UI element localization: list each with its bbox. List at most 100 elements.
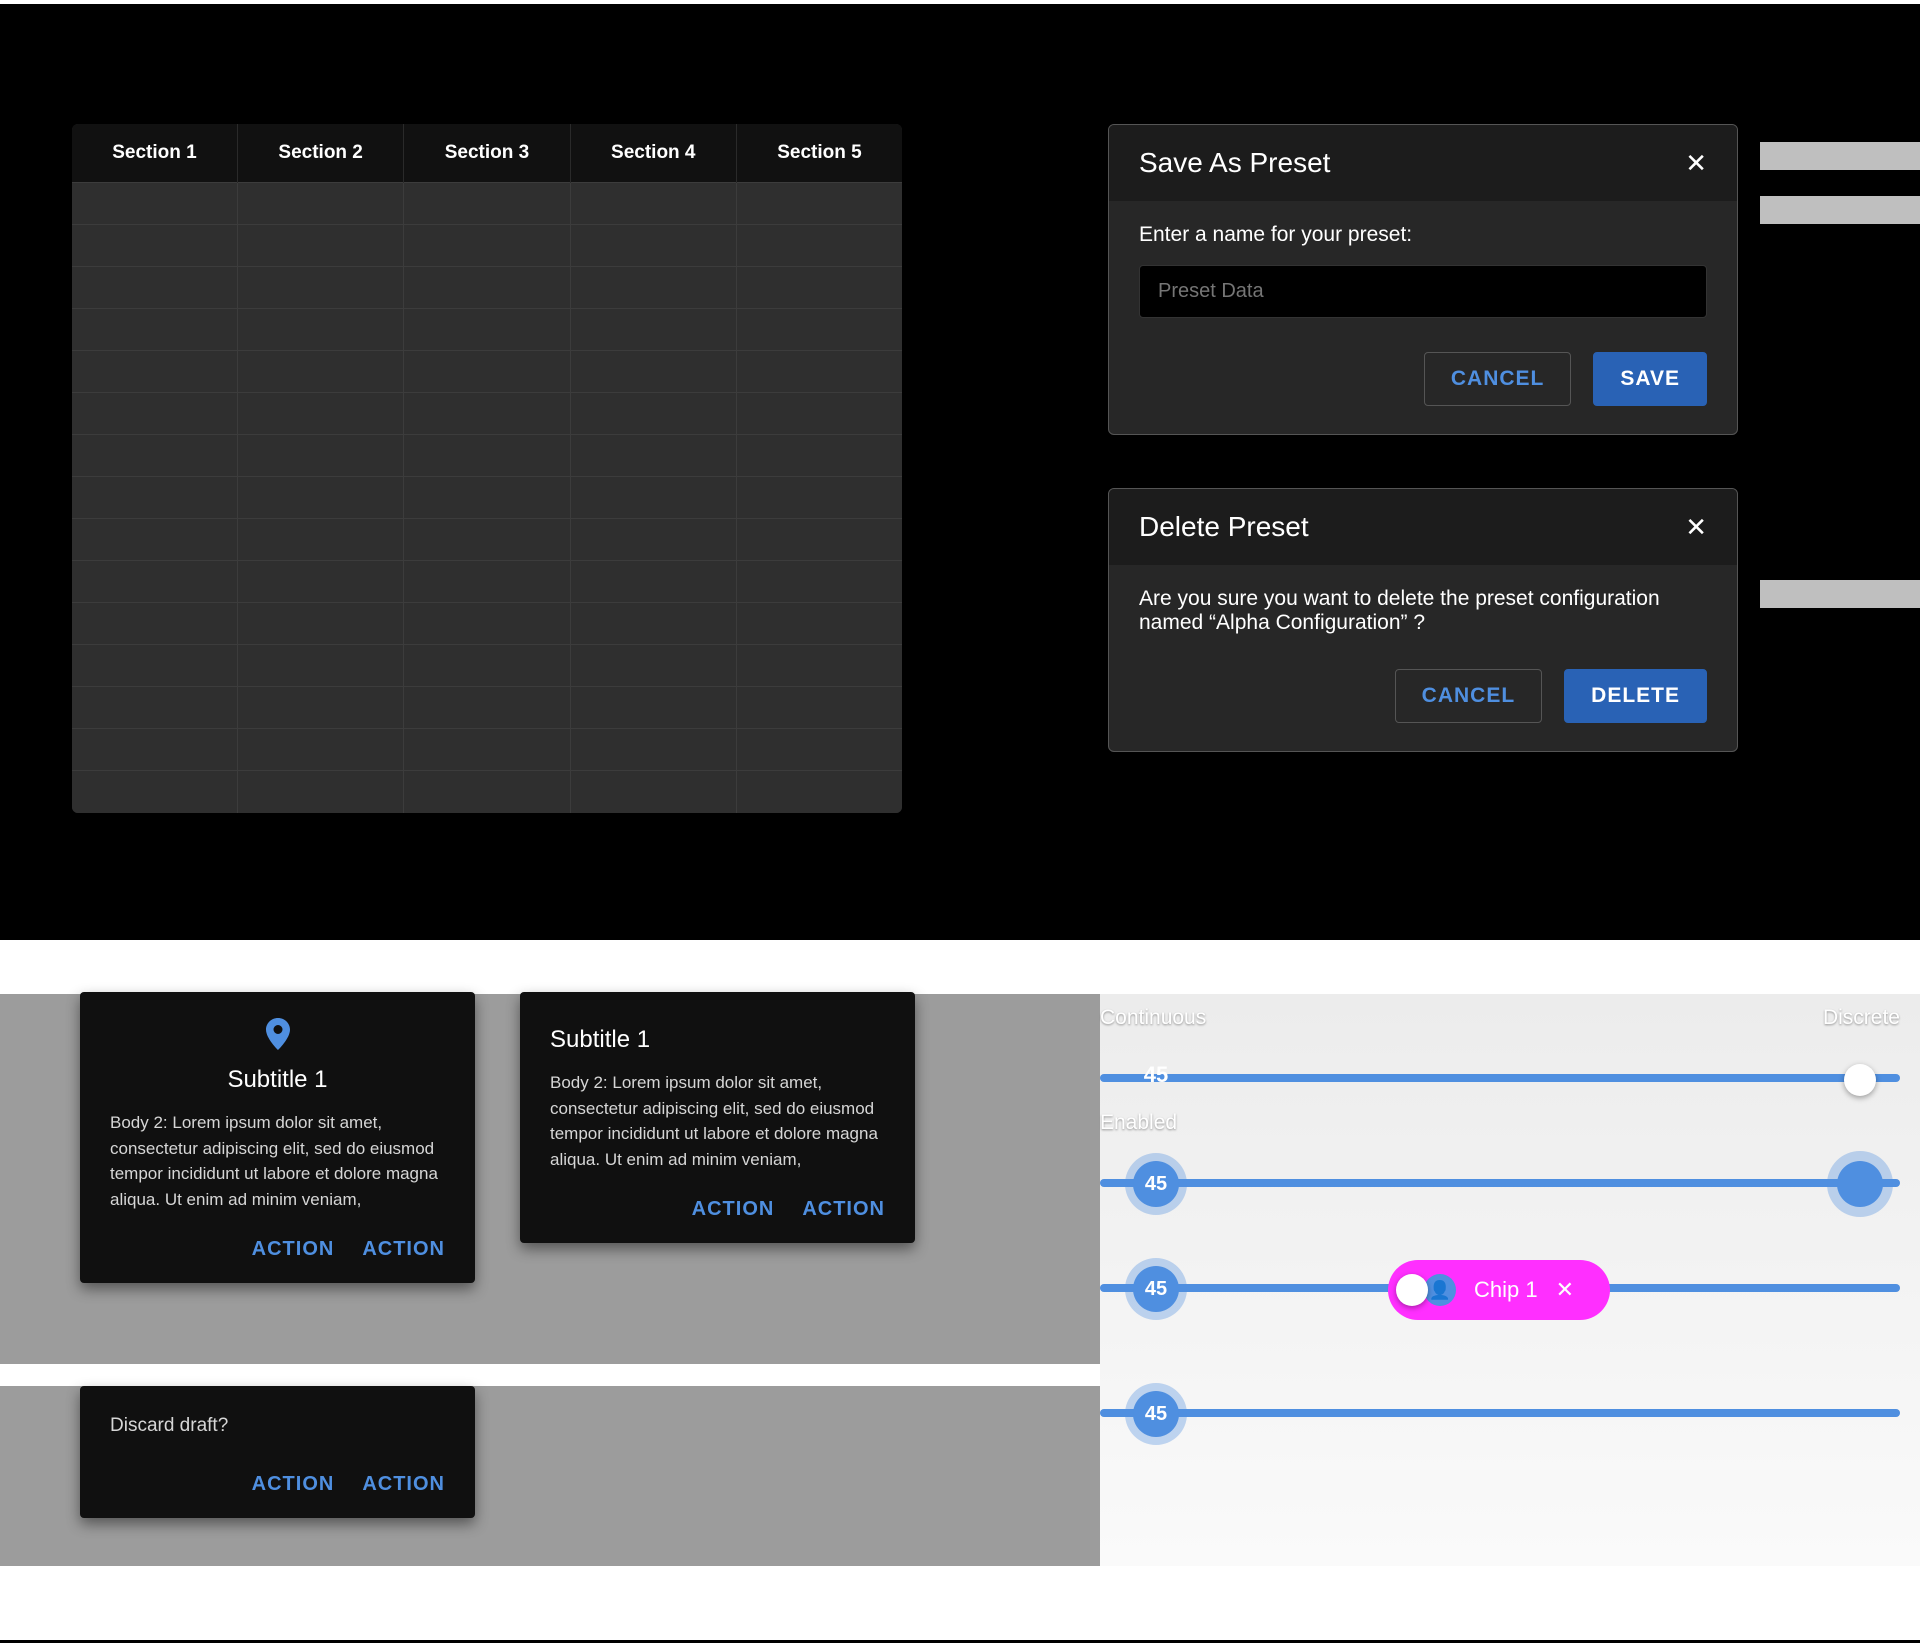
table-cell[interactable] xyxy=(570,477,736,519)
card-action-button[interactable]: ACTION xyxy=(802,1198,885,1221)
table-cell[interactable] xyxy=(72,309,238,351)
table-cell[interactable] xyxy=(404,519,570,561)
slider-track[interactable] xyxy=(1100,1074,1900,1082)
table-cell[interactable] xyxy=(404,729,570,771)
card-action-button[interactable]: ACTION xyxy=(362,1473,445,1496)
table-cell[interactable] xyxy=(72,477,238,519)
table-cell[interactable] xyxy=(404,351,570,393)
table-cell[interactable] xyxy=(72,729,238,771)
table-cell[interactable] xyxy=(72,351,238,393)
table-cell[interactable] xyxy=(72,771,238,813)
table-cell[interactable] xyxy=(736,687,902,729)
table-cell[interactable] xyxy=(736,183,902,225)
table-cell[interactable] xyxy=(404,645,570,687)
table-cell[interactable] xyxy=(238,687,404,729)
table-cell[interactable] xyxy=(72,183,238,225)
table-cell[interactable] xyxy=(238,183,404,225)
table-cell[interactable] xyxy=(238,729,404,771)
table-cell[interactable] xyxy=(404,687,570,729)
table-cell[interactable] xyxy=(238,603,404,645)
table-cell[interactable] xyxy=(404,561,570,603)
table-cell[interactable] xyxy=(238,225,404,267)
table-cell[interactable] xyxy=(72,687,238,729)
table-cell[interactable] xyxy=(404,771,570,813)
slider-value-bubble[interactable]: 45 xyxy=(1133,1391,1179,1437)
slider-thumb[interactable] xyxy=(1837,1161,1883,1207)
table-cell[interactable] xyxy=(404,435,570,477)
table-cell[interactable] xyxy=(404,225,570,267)
close-icon[interactable]: ✕ xyxy=(1685,514,1707,540)
table-cell[interactable] xyxy=(404,393,570,435)
table-cell[interactable] xyxy=(570,351,736,393)
table-header[interactable]: Section 4 xyxy=(570,124,736,183)
table-cell[interactable] xyxy=(238,519,404,561)
card-action-button[interactable]: ACTION xyxy=(692,1198,775,1221)
table-cell[interactable] xyxy=(238,351,404,393)
table-cell[interactable] xyxy=(404,309,570,351)
table-cell[interactable] xyxy=(404,183,570,225)
table-cell[interactable] xyxy=(238,435,404,477)
table-cell[interactable] xyxy=(404,603,570,645)
table-header[interactable]: Section 1 xyxy=(72,124,238,183)
table-cell[interactable] xyxy=(570,309,736,351)
table-header[interactable]: Section 2 xyxy=(238,124,404,183)
table-cell[interactable] xyxy=(570,225,736,267)
table-cell[interactable] xyxy=(238,477,404,519)
table-cell[interactable] xyxy=(570,267,736,309)
slider-thumb[interactable] xyxy=(1396,1274,1428,1306)
table-cell[interactable] xyxy=(570,603,736,645)
table-cell[interactable] xyxy=(72,435,238,477)
table-cell[interactable] xyxy=(736,729,902,771)
card-action-button[interactable]: ACTION xyxy=(252,1473,335,1496)
close-icon[interactable]: ✕ xyxy=(1556,1277,1574,1303)
save-button[interactable]: SAVE xyxy=(1593,352,1707,406)
table-cell[interactable] xyxy=(736,603,902,645)
card-action-button[interactable]: ACTION xyxy=(362,1238,445,1261)
table-cell[interactable] xyxy=(570,645,736,687)
slider-enabled[interactable]: Enabled 45 xyxy=(1100,1139,1900,1244)
table-cell[interactable] xyxy=(570,561,736,603)
preset-name-input[interactable] xyxy=(1139,265,1707,318)
slider-with-chip[interactable]: 45 👤 Chip 1 ✕ xyxy=(1100,1244,1900,1349)
slider-value-bubble[interactable]: 45 xyxy=(1133,1266,1179,1312)
table-cell[interactable] xyxy=(736,351,902,393)
table-cell[interactable] xyxy=(72,645,238,687)
slider-plain[interactable]: 45 xyxy=(1100,1369,1900,1474)
close-icon[interactable]: ✕ xyxy=(1685,150,1707,176)
card-action-button[interactable]: ACTION xyxy=(252,1238,335,1261)
table-cell[interactable] xyxy=(238,645,404,687)
table-cell[interactable] xyxy=(736,561,902,603)
table-cell[interactable] xyxy=(238,393,404,435)
table-cell[interactable] xyxy=(736,225,902,267)
table-cell[interactable] xyxy=(736,771,902,813)
slider-track[interactable] xyxy=(1100,1179,1900,1187)
table-cell[interactable] xyxy=(570,729,736,771)
table-cell[interactable] xyxy=(570,183,736,225)
table-cell[interactable] xyxy=(570,393,736,435)
table-cell[interactable] xyxy=(736,477,902,519)
table-cell[interactable] xyxy=(404,267,570,309)
slider-continuous[interactable]: Continuous Discrete 45 xyxy=(1100,1034,1900,1139)
table-cell[interactable] xyxy=(736,393,902,435)
table-cell[interactable] xyxy=(736,309,902,351)
table-cell[interactable] xyxy=(570,687,736,729)
table-cell[interactable] xyxy=(72,393,238,435)
table-cell[interactable] xyxy=(404,477,570,519)
table-cell[interactable] xyxy=(72,603,238,645)
cancel-button[interactable]: CANCEL xyxy=(1395,669,1543,723)
slider-thumb[interactable] xyxy=(1844,1064,1876,1096)
table-cell[interactable] xyxy=(570,771,736,813)
table-cell[interactable] xyxy=(72,561,238,603)
delete-button[interactable]: DELETE xyxy=(1564,669,1707,723)
table-cell[interactable] xyxy=(736,519,902,561)
table-cell[interactable] xyxy=(72,267,238,309)
table-cell[interactable] xyxy=(238,771,404,813)
table-cell[interactable] xyxy=(238,267,404,309)
table-cell[interactable] xyxy=(736,267,902,309)
table-cell[interactable] xyxy=(736,435,902,477)
table-cell[interactable] xyxy=(238,309,404,351)
table-cell[interactable] xyxy=(570,519,736,561)
table-cell[interactable] xyxy=(72,519,238,561)
table-header[interactable]: Section 5 xyxy=(736,124,902,183)
table-cell[interactable] xyxy=(736,645,902,687)
